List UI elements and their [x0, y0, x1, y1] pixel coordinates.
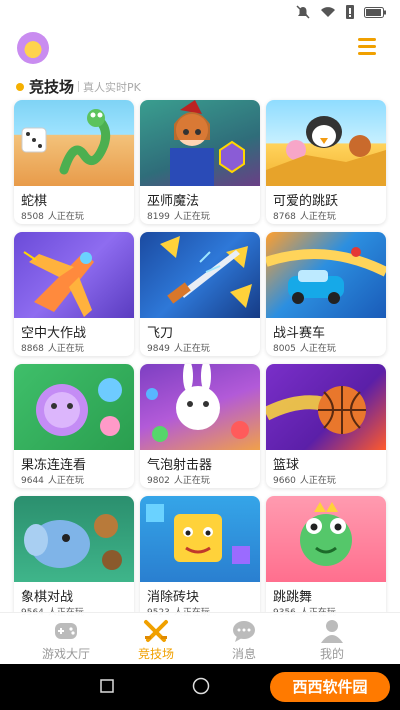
game-card[interactable]: 空中大作战 8868 人正在玩	[14, 232, 134, 356]
game-name: 可爱的跳跃	[273, 194, 339, 209]
game-name: 跳跳舞	[273, 590, 313, 605]
tab-mine[interactable]: 我的	[282, 617, 382, 663]
tab-label: 游戏大厅	[41, 647, 90, 661]
player-count: 9849 人正在玩	[147, 344, 210, 354]
game-card[interactable]: 战斗赛车 8005 人正在玩	[266, 232, 386, 356]
person-icon	[321, 620, 343, 643]
tab-arena[interactable]: 竞技场	[106, 617, 206, 663]
section-title: 竞技场	[29, 78, 75, 96]
section-divider	[78, 81, 80, 92]
game-name: 巫师魔法	[147, 194, 200, 209]
air-battle-thumbnail	[14, 232, 134, 318]
wizard-magic-thumbnail	[140, 100, 260, 186]
tab-game-hall[interactable]: 游戏大厅	[16, 617, 116, 663]
game-card[interactable]: 象棋对战 9564人正在玩	[14, 496, 134, 620]
game-name: 空中大作战	[21, 326, 87, 341]
mute-icon	[296, 5, 310, 19]
game-name: 象棋对战	[21, 590, 74, 605]
snake-chess-thumbnail	[14, 100, 134, 186]
battle-racing-thumbnail	[266, 232, 386, 318]
player-count: 8199 人正在玩	[147, 212, 210, 222]
flying-knife-thumbnail	[140, 232, 260, 318]
bubble-shooter-thumbnail	[140, 364, 260, 450]
animal-chess-thumbnail	[14, 496, 134, 582]
battery-icon	[364, 6, 386, 18]
watermark-logo: 西西软件园	[270, 672, 390, 702]
game-name: 篮球	[273, 458, 300, 473]
avatar[interactable]	[17, 32, 49, 64]
gamepad-icon	[55, 623, 77, 639]
game-name: 气泡射击器	[147, 458, 213, 473]
game-card[interactable]: 跳跳舞 9356人正在玩	[266, 496, 386, 620]
game-card[interactable]: 可爱的跳跃 8768 人正在玩	[266, 100, 386, 224]
game-card[interactable]: 气泡射击器 9802 人正在玩	[140, 364, 260, 488]
chat-bubble-icon	[233, 621, 255, 642]
player-count: 8768 人正在玩	[273, 212, 336, 222]
game-name: 蛇棋	[21, 194, 48, 209]
game-card[interactable]: 蛇棋 8508 人正在玩	[14, 100, 134, 224]
section-subtitle: 真人实时PK	[83, 80, 141, 94]
signal-alert-icon	[346, 5, 354, 19]
game-name: 战斗赛车	[273, 326, 326, 341]
section-header: 竞技场 真人实时PK	[16, 76, 141, 97]
home-icon[interactable]	[192, 677, 210, 695]
player-count: 9802 人正在玩	[147, 476, 210, 486]
bottom-tab-bar: 游戏大厅 竞技场 消息 我的	[0, 612, 400, 664]
game-name: 消除砖块	[147, 590, 200, 605]
system-navigation-bar: 西西软件园	[0, 664, 400, 710]
game-card[interactable]: 篮球 9660 人正在玩	[266, 364, 386, 488]
jump-dance-thumbnail	[266, 496, 386, 582]
smiley-face-icon	[26, 42, 40, 56]
player-count: 8005 人正在玩	[273, 344, 336, 354]
game-name: 飞刀	[147, 326, 174, 341]
player-count: 9644 人正在玩	[21, 476, 84, 486]
status-bar	[0, 0, 400, 24]
player-count: 8508 人正在玩	[21, 212, 84, 222]
hamburger-menu-icon[interactable]	[358, 38, 376, 56]
crossed-swords-icon	[144, 620, 168, 642]
player-count: 9660 人正在玩	[273, 476, 336, 486]
tab-messages[interactable]: 消息	[194, 617, 294, 663]
game-grid: 蛇棋 8508 人正在玩 巫师魔法 8199 人正在玩 可爱的跳跃 8768 人正在玩…	[14, 100, 386, 670]
brick-breaker-thumbnail	[140, 496, 260, 582]
game-card[interactable]: 巫师魔法 8199 人正在玩	[140, 100, 260, 224]
section-dot	[16, 82, 24, 91]
tab-label: 竞技场	[137, 647, 174, 661]
jelly-match-thumbnail	[14, 364, 134, 450]
game-card[interactable]: 消除砖块 9523人正在玩	[140, 496, 260, 620]
recent-apps-icon[interactable]	[100, 679, 114, 693]
basketball-thumbnail	[266, 364, 386, 450]
game-card[interactable]: 果冻连连看 9644 人正在玩	[14, 364, 134, 488]
header	[0, 28, 400, 68]
wifi-icon	[321, 7, 335, 17]
tab-label: 我的	[319, 647, 344, 661]
player-count: 8868 人正在玩	[21, 344, 84, 354]
game-card[interactable]: 飞刀 9849 人正在玩	[140, 232, 260, 356]
watermark: 西西软件园	[270, 672, 390, 702]
tab-label: 消息	[231, 647, 256, 661]
game-name: 果冻连连看	[21, 458, 87, 473]
cute-jump-thumbnail	[266, 100, 386, 186]
